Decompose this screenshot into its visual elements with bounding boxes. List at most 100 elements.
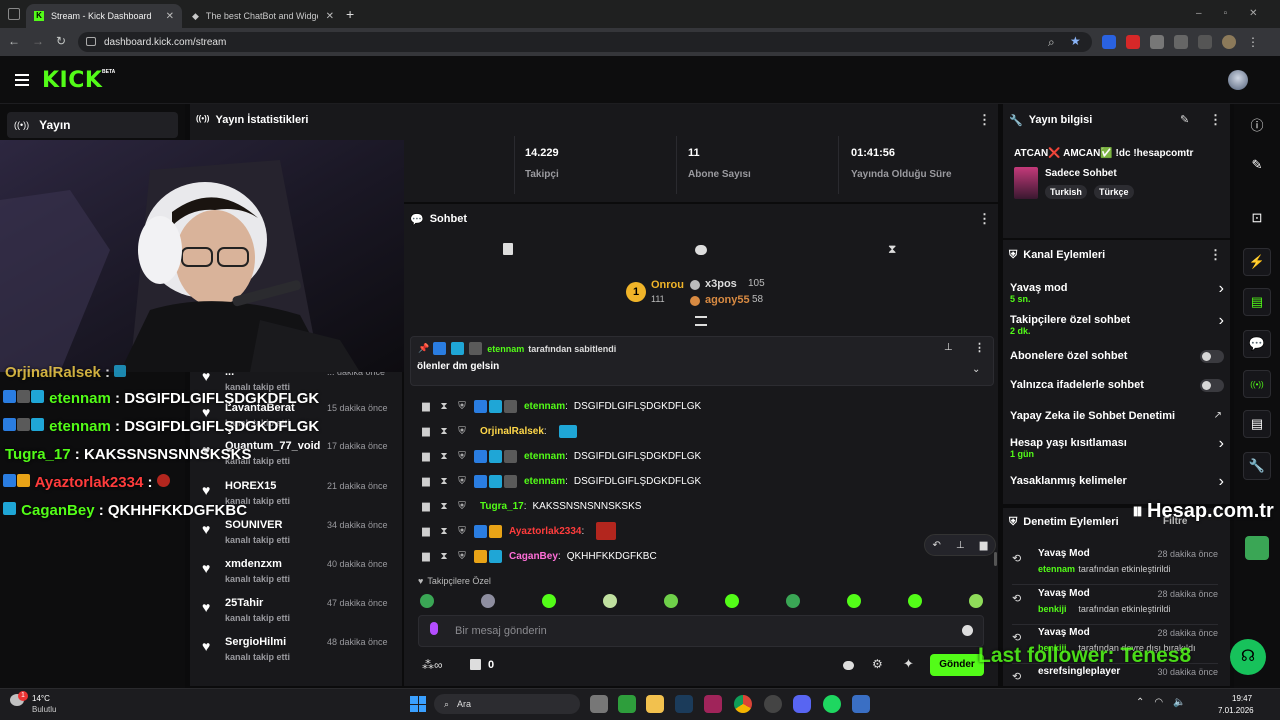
volume-icon[interactable]: 🔈: [1173, 697, 1185, 708]
avatar[interactable]: [1228, 70, 1248, 90]
trash-icon[interactable]: ▆: [420, 426, 432, 437]
task-view-icon[interactable]: [590, 695, 608, 713]
tab-chatbot[interactable]: ◆ The best ChatBot and Widgets ✕: [184, 4, 342, 28]
emote-icon[interactable]: [481, 594, 495, 608]
windows-start-icon[interactable]: [410, 696, 426, 712]
shield-icon[interactable]: ⛨: [456, 476, 468, 487]
chat-bubble-icon[interactable]: [695, 245, 707, 255]
send-button[interactable]: Gönder: [930, 654, 984, 676]
sidebar-item-yayin[interactable]: ((•)) Yayın: [7, 112, 178, 138]
gear-icon[interactable]: ⚙: [872, 657, 883, 671]
external-link-icon[interactable]: ↗: [1214, 410, 1222, 421]
folder-icon[interactable]: [646, 695, 664, 713]
emote-icon[interactable]: [603, 594, 617, 608]
chat-scrollbar[interactable]: [994, 552, 997, 566]
close-icon[interactable]: ✕: [326, 11, 334, 22]
zoom-icon[interactable]: ⌕: [1048, 35, 1055, 50]
forward-icon[interactable]: →: [32, 34, 44, 48]
url-field[interactable]: dashboard.kick.com/stream: [78, 32, 1092, 52]
stats-menu-icon[interactable]: ⋮: [978, 112, 991, 128]
chat-message[interactable]: ▆ ⧗ ⛨ etennam: DSGIFDLGIFLŞDGKDFLGK: [420, 445, 701, 467]
collapse-icon[interactable]: [695, 316, 707, 326]
chevron-up-icon[interactable]: ⌃: [1136, 697, 1144, 708]
spotify-icon[interactable]: [823, 695, 841, 713]
hourglass-icon[interactable]: ⧗: [438, 526, 450, 537]
steam-icon[interactable]: [675, 695, 693, 713]
info-icon[interactable]: ⓘ: [1236, 107, 1278, 141]
pinned-menu-icon[interactable]: ⋮: [974, 341, 985, 354]
trash-icon[interactable]: [503, 243, 513, 255]
follower-item[interactable]: ♥ SOUNIVER kanalı takip etti 34 dakika önce: [196, 519, 394, 555]
toggle-switch[interactable]: [1200, 350, 1224, 363]
chat-username[interactable]: OrjinalRalsek: [480, 426, 544, 437]
shield-icon[interactable]: ⛨: [456, 451, 468, 462]
channel-action-item[interactable]: Yasaklanmış kelimeler ›: [1010, 473, 1224, 497]
channel-action-item[interactable]: Yavaş mod 5 sn. ›: [1010, 280, 1224, 304]
shield-icon[interactable]: ⛨: [456, 401, 468, 412]
extension-icon[interactable]: [1150, 35, 1164, 49]
hourglass-icon[interactable]: ⧗: [438, 501, 450, 512]
shield-icon[interactable]: ⛨: [456, 426, 468, 437]
chat-username[interactable]: etennam: [524, 451, 565, 462]
extension-icon[interactable]: [1174, 35, 1188, 49]
hourglass-icon[interactable]: ⧗: [438, 426, 450, 437]
trash-icon[interactable]: ▆: [420, 501, 432, 512]
follower-item[interactable]: ♥ xmdenzxm kanalı takip etti 40 dakika önce: [196, 558, 394, 594]
emote-icon[interactable]: [725, 594, 739, 608]
pin-icon[interactable]: ⊥: [956, 540, 965, 551]
kick-logo[interactable]: KICK: [42, 68, 102, 93]
chat-username[interactable]: etennam: [524, 401, 565, 412]
obs-icon[interactable]: [764, 695, 782, 713]
app-icon[interactable]: [1245, 536, 1269, 560]
app-icon[interactable]: [704, 695, 722, 713]
emote-icon[interactable]: [542, 594, 556, 608]
taskbar-search[interactable]: ⌕ Ara: [434, 694, 580, 714]
tag-chip[interactable]: Turkish: [1045, 185, 1087, 199]
shield-icon[interactable]: ⛨: [456, 501, 468, 512]
unpin-icon[interactable]: ⊥: [944, 342, 953, 353]
minimize-icon[interactable]: –: [1196, 8, 1202, 19]
tab-menu-icon[interactable]: [8, 8, 20, 20]
maximize-icon[interactable]: ▫: [1224, 8, 1228, 19]
trash-icon[interactable]: ▆: [420, 551, 432, 562]
trash-icon[interactable]: ▆: [420, 476, 432, 487]
new-tab-icon[interactable]: +: [346, 6, 354, 22]
chat-bubble-icon[interactable]: [843, 661, 854, 670]
follower-item[interactable]: ♥ 25Tahir kanalı takip etti 47 dakika önce: [196, 597, 394, 633]
chrome-menu-icon[interactable]: ⋮: [1246, 35, 1260, 49]
hourglass-icon[interactable]: ⧗: [438, 476, 450, 487]
hourglass-icon[interactable]: ⧗: [438, 451, 450, 462]
chat-menu-icon[interactable]: ⋮: [978, 211, 991, 227]
emote-icon[interactable]: [420, 594, 434, 608]
tag-chip[interactable]: Türkçe: [1094, 185, 1134, 199]
chevron-right-icon[interactable]: ›: [1219, 312, 1224, 330]
tab-kick-dashboard[interactable]: K Stream - Kick Dashboard ✕: [26, 4, 182, 28]
lightning-icon[interactable]: ⚡: [1243, 248, 1271, 276]
chevron-right-icon[interactable]: ›: [1219, 280, 1224, 298]
channel-action-item[interactable]: Yalnızca ifadelerle sohbet: [1010, 379, 1224, 401]
chat-message[interactable]: ▆ ⧗ ⛨ CaganBey: QKHHFKKDGFKBC: [420, 545, 657, 567]
close-window-icon[interactable]: ✕: [1249, 8, 1257, 19]
back-icon[interactable]: ←: [8, 34, 20, 48]
discord-icon[interactable]: [793, 695, 811, 713]
toggle-switch[interactable]: [1200, 379, 1224, 392]
wifi-icon[interactable]: ◠: [1154, 697, 1163, 708]
chat-message[interactable]: ▆ ⧗ ⛨ Tugra_17: KAKSSNSNSNNSKSKS: [420, 495, 641, 517]
pencil-icon[interactable]: ✎: [1180, 113, 1189, 126]
hourglass-icon[interactable]: ⧗: [438, 401, 450, 412]
notes-icon[interactable]: ▤: [1243, 288, 1271, 316]
trash-icon[interactable]: ▆: [420, 451, 432, 462]
bookmark-star-icon[interactable]: ★: [1070, 34, 1081, 48]
chat-message[interactable]: ▆ ⧗ ⛨ OrjinalRalsek:: [420, 420, 578, 442]
chevron-right-icon[interactable]: ›: [1219, 435, 1224, 453]
close-icon[interactable]: ✕: [166, 11, 174, 22]
activity-icon[interactable]: ▤: [1243, 410, 1271, 438]
channel-action-item[interactable]: Abonelere özel sohbet: [1010, 350, 1224, 372]
xbox-icon[interactable]: [618, 695, 636, 713]
hamburger-menu-icon[interactable]: [15, 74, 29, 86]
wrench-icon[interactable]: 🔧: [1243, 452, 1271, 480]
hourglass-icon[interactable]: ⧗: [438, 551, 450, 562]
reload-icon[interactable]: ↻: [56, 34, 66, 48]
chevron-right-icon[interactable]: ›: [1219, 473, 1224, 491]
gift-icon[interactable]: [470, 659, 481, 670]
